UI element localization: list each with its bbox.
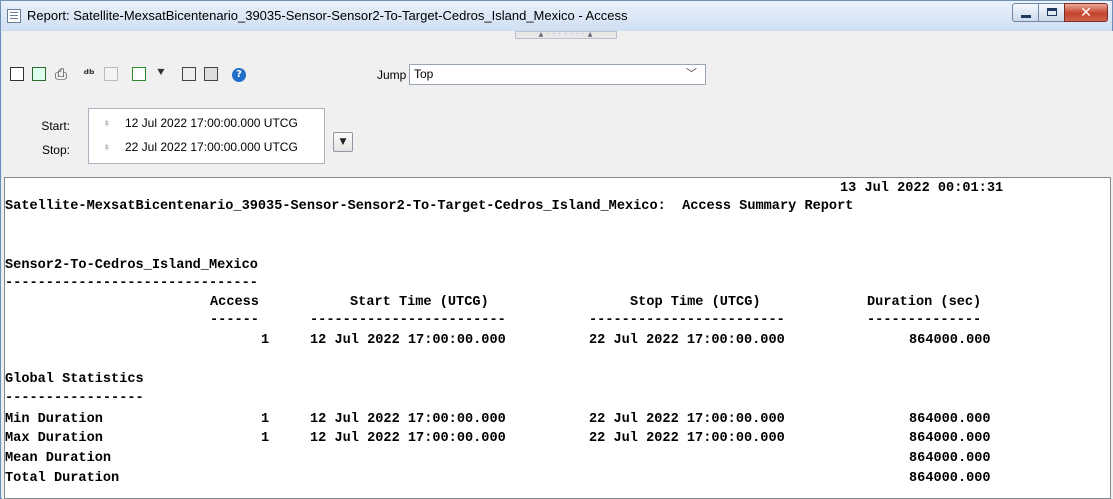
time-period-box[interactable]: ♁ 12 Jul 2022 17:00:00.000 UTCG ♁ 22 Jul… [88,108,325,164]
stats-stop: 22 Jul 2022 17:00:00.000 [589,412,785,427]
column-header-duration: Duration (sec) [867,295,982,310]
column-rule-start: ------------------------ [310,313,506,328]
report-text-area[interactable]: 13 Jul 2022 00:01:31 Satellite-MexsatBic… [4,177,1111,499]
toolbar: ⎙ ᵈᵇ ⯆ ? [7,63,251,85]
row-duration: 864000.000 [909,333,991,348]
minimize-icon [1021,15,1031,18]
stats-duration: 864000.000 [909,431,991,446]
report-window: Report: Satellite-MexsatBicentenario_390… [0,0,1113,499]
triangle-down-icon: ▼ [339,137,347,147]
start-label: Start: [41,119,70,133]
time-icon: ♁ [103,117,111,129]
column-rule-duration: -------------- [867,313,982,328]
window-title: Report: Satellite-MexsatBicentenario_390… [27,8,628,23]
stats-stop: 22 Jul 2022 17:00:00.000 [589,431,785,446]
filter-icon[interactable]: ⯆ [151,64,171,84]
jump-select-value: Top [414,67,434,81]
stats-title: Global Statistics [5,372,144,387]
close-button[interactable]: ✕ [1064,3,1108,22]
column-rule-stop: ------------------------ [589,313,785,328]
close-icon: ✕ [1080,5,1092,21]
stats-rule: ----------------- [5,391,144,406]
start-time-value: 12 Jul 2022 17:00:00.000 UTCG [125,116,298,130]
column-rule-access: ------ [210,313,259,328]
column-header-access: Access [210,295,259,310]
stats-label: Mean Duration [5,451,112,466]
stats-duration: 864000.000 [909,451,991,466]
title-bar[interactable]: Report: Satellite-MexsatBicentenario_390… [1,1,1112,31]
minimize-button[interactable] [1012,3,1039,22]
splitter-grip[interactable]: ▲ · · · · · · · ▲ [515,31,617,39]
stats-duration: 864000.000 [909,471,991,486]
time-dropdown-button[interactable]: ▼ [333,132,353,152]
stats-access: 1 [261,412,270,427]
section-title: Sensor2-To-Cedros_Island_Mexico [5,258,258,273]
section-rule: ------------------------------- [5,276,258,291]
export-excel-icon[interactable] [29,64,49,84]
stats-access: 1 [261,431,270,446]
stats-start: 12 Jul 2022 17:00:00.000 [310,412,506,427]
help-button[interactable]: ? [229,64,249,84]
jump-label: Jump [377,68,407,82]
options-icon[interactable] [201,64,221,84]
maximize-icon [1047,8,1057,16]
start-time-row[interactable]: ♁ 12 Jul 2022 17:00:00.000 UTCG [89,114,298,132]
report-header: Satellite-MexsatBicentenario_39035-Senso… [5,199,854,214]
jump-select[interactable]: Top ﹀ [409,64,706,85]
chevron-down-icon: ﹀ [686,68,697,80]
report-window-icon [7,9,21,23]
stats-start: 12 Jul 2022 17:00:00.000 [310,431,506,446]
stats-label: Total Duration [5,471,120,486]
properties-icon[interactable] [179,64,199,84]
time-labels: Start: Stop: [22,119,70,167]
time-icon: ♁ [103,141,111,153]
maximize-button[interactable] [1038,3,1065,22]
row-access: 1 [261,333,270,348]
row-stop: 22 Jul 2022 17:00:00.000 [589,333,785,348]
stop-time-value: 22 Jul 2022 17:00:00.000 UTCG [125,140,298,154]
refresh-icon[interactable] [129,64,149,84]
copy-icon[interactable] [101,64,121,84]
report-timestamp: 13 Jul 2022 00:01:31 [840,181,1004,196]
stats-label: Max Duration [5,431,103,446]
stop-time-row[interactable]: ♁ 22 Jul 2022 17:00:00.000 UTCG [89,138,298,156]
window-client: ▲ · · · · · · · ▲ ⎙ ᵈᵇ ⯆ ? Jump Top ﹀ St… [2,31,1113,499]
column-header-stop: Stop Time (UTCG) [630,295,761,310]
caption-buttons: ✕ [1012,3,1108,23]
help-icon: ? [232,68,246,82]
print-icon[interactable]: ⎙ [51,64,71,84]
save-icon[interactable] [7,64,27,84]
stats-duration: 864000.000 [909,412,991,427]
stop-label: Stop: [41,143,70,157]
row-start: 12 Jul 2022 17:00:00.000 [310,333,506,348]
find-icon[interactable]: ᵈᵇ [79,64,99,84]
stats-label: Min Duration [5,412,103,427]
column-header-start: Start Time (UTCG) [350,295,489,310]
